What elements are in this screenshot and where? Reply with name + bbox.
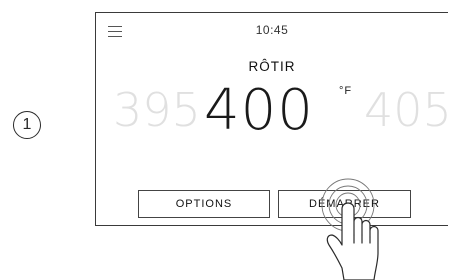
clock-time: 10:45: [255, 23, 289, 37]
step-number: 1: [22, 116, 32, 133]
hand-pointer-icon: [321, 178, 379, 280]
temperature-previous[interactable]: 395: [113, 87, 201, 133]
cooking-mode-title: RÔTIR: [248, 59, 296, 74]
temperature-next[interactable]: 405: [364, 87, 449, 133]
options-button[interactable]: OPTIONS: [138, 190, 270, 218]
temperature-current[interactable]: 400: [204, 83, 314, 139]
temperature-unit: °F: [339, 85, 353, 97]
step-number-badge: 1: [13, 111, 41, 139]
